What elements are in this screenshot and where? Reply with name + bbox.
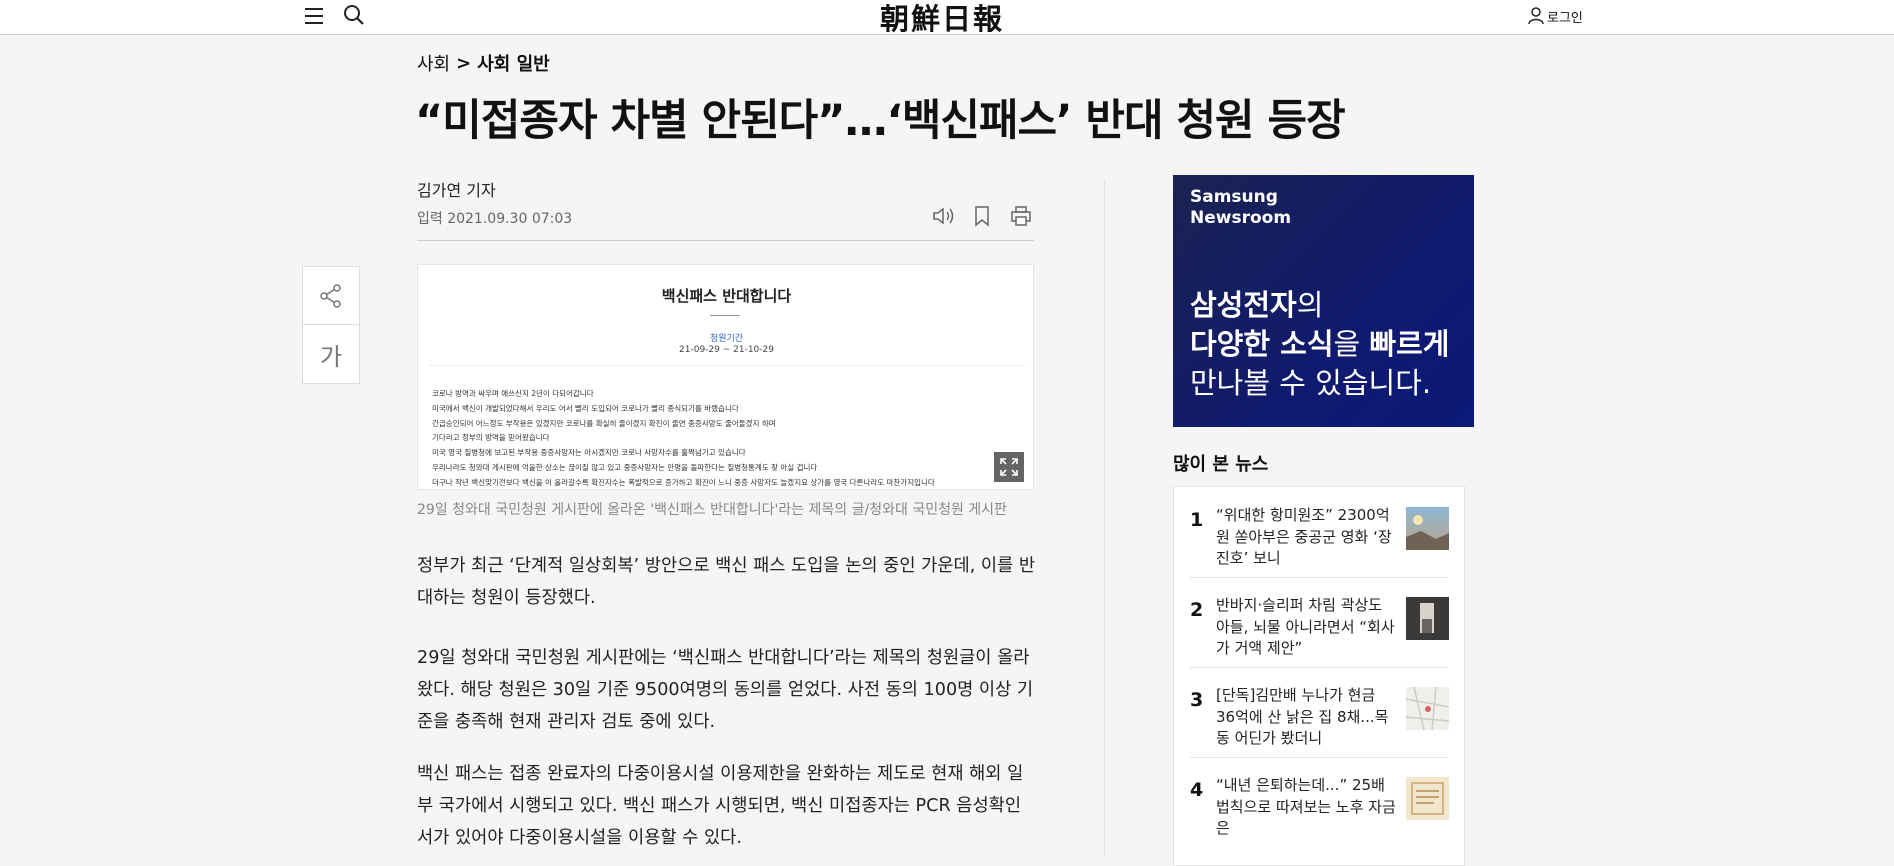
ad-headline-line: 삼성전자의: [1190, 287, 1323, 323]
breadcrumb-separator: >: [456, 52, 472, 74]
news-headline[interactable]: “내년 은퇴하는데...” 25배 법칙으로 따져보는 노후 자금은: [1216, 775, 1396, 840]
column-divider: [1104, 180, 1105, 856]
side-toolbar: 가: [302, 266, 360, 384]
ad-text: 의: [1296, 288, 1324, 322]
petition-line: 코로나 방역과 싸우며 애쓰신지 2년이 다되어갑니다: [432, 389, 594, 398]
petition-line: 긴급승인되어 어느정도 부작용은 있겠지만 코로나를 확실히 줄이겠지 확진이 …: [432, 418, 776, 428]
article-byline[interactable]: 김가연 기자: [417, 177, 496, 201]
top-navigation-bar: 朝鮮日報 로그인: [0, 0, 1894, 38]
petition-line: 미국에서 백신이 개발되었다해서 우리도 어서 빨리 도입되어 코로나가 빨리 …: [432, 403, 739, 413]
breadcrumb: 사회 > 사회 일반: [417, 50, 550, 76]
petition-period-label: 청원기간: [709, 334, 744, 344]
petition-title-underline: [710, 315, 740, 316]
expand-icon: [1000, 458, 1018, 476]
popular-news-item[interactable]: 2 반바지·슬리퍼 차림 곽상도 아들, 뇌물 아니라면서 “회사가 거액 제안…: [1190, 577, 1450, 667]
print-icon: [1011, 206, 1031, 226]
article-photo[interactable]: 백신패스 반대합니다 청원기간 21-09-29 ~ 21-10-29 코로나 …: [417, 264, 1034, 490]
news-thumbnail[interactable]: [1406, 507, 1449, 550]
photo-caption: 29일 청와대 국민청원 게시판에 올라온 '백신패스 반대합니다'라는 제목의…: [417, 502, 1007, 518]
news-rank: 3: [1190, 689, 1204, 711]
popular-news-item[interactable]: 4 “내년 은퇴하는데...” 25배 법칙으로 따져보는 노후 자금은: [1190, 757, 1450, 847]
ad-headline-line: 만나볼 수 있습니다.: [1190, 366, 1432, 400]
popular-news-item[interactable]: 1 “위대한 항미원조” 2300억원 쏟아부은 중공군 영화 ‘장진호’ 보니: [1190, 487, 1450, 577]
article-paragraph: 29일 청와대 국민청원 게시판에는 ‘백신패스 반대합니다’라는 제목의 청원…: [417, 648, 1034, 732]
bookmark-icon: [975, 206, 989, 227]
samsung-newsroom-ad[interactable]: Samsung Newsroom 삼성전자의 다양한 소식을 빠르게 만나볼 수…: [1173, 175, 1474, 427]
news-thumbnail[interactable]: [1406, 777, 1449, 820]
petition-line: 더구나 작년 백신맞기전보다 백신을 이 올라갈수록 확진자수는 폭발적으로 증…: [432, 477, 935, 487]
petition-title: 백신패스 반대합니다: [661, 287, 792, 305]
news-rank: 4: [1190, 779, 1204, 801]
breadcrumb-subsection[interactable]: 사회 일반: [477, 50, 550, 76]
article-divider: [417, 240, 1034, 241]
ad-headline-line: 다양한 소식을 빠르게: [1190, 326, 1449, 362]
breadcrumb-section[interactable]: 사회: [417, 50, 450, 76]
bookmark-button[interactable]: [969, 203, 995, 229]
ad-brand: Samsung Newsroom: [1190, 187, 1291, 229]
article-dateline: 입력 2021.09.30 07:03: [417, 211, 573, 227]
menu-icon[interactable]: [303, 5, 325, 27]
petition-line: 미국 영국 질병청에 보고된 부작용 중증사망자는 아시겠지만 코로나 사망자수…: [432, 448, 746, 458]
article-paragraph: 백신 패스는 접종 완료자의 다중이용시설 이용제한을 완화하는 제도로 현재 …: [417, 764, 1024, 848]
petition-line: 기다리고 정부의 방역을 믿어왔습니다: [432, 433, 550, 443]
news-thumbnail[interactable]: [1406, 597, 1449, 640]
news-headline[interactable]: 반바지·슬리퍼 차림 곽상도 아들, 뇌물 아니라면서 “회사가 거액 제안”: [1216, 595, 1396, 660]
news-rank: 1: [1190, 509, 1204, 531]
site-logo[interactable]: 朝鮮日報: [872, 0, 1012, 38]
ad-text: 을: [1333, 327, 1370, 361]
share-icon: [320, 283, 341, 308]
print-button[interactable]: [1008, 203, 1034, 229]
expand-photo-button[interactable]: [994, 452, 1024, 482]
news-thumbnail[interactable]: [1406, 687, 1449, 730]
login-label: 로그인: [1547, 10, 1583, 26]
news-rank: 2: [1190, 599, 1204, 621]
listen-button[interactable]: [930, 203, 956, 229]
news-headline[interactable]: [단독]김만배 누나가 현금 36억에 산 낡은 집 8채...목동 어딘가 봤…: [1216, 685, 1396, 750]
petition-divider: [428, 365, 1025, 366]
search-icon[interactable]: [342, 3, 366, 27]
user-icon: [1528, 7, 1544, 25]
popular-news-title: 많이 본 뉴스: [1173, 454, 1269, 475]
ad-highlight: 빠르게: [1369, 327, 1450, 361]
article-headline: “미접종자 차별 안된다”…‘백신패스’ 반대 청원 등장: [415, 96, 1346, 146]
petition-period: 21-09-29 ~ 21-10-29: [679, 345, 774, 355]
ad-brand-line: Samsung: [1190, 187, 1278, 207]
ad-brand-line: Newsroom: [1190, 208, 1292, 228]
article-paragraph: 정부가 최근 ‘단계적 일상회복’ 방안으로 백신 패스 도입을 논의 중인 가…: [417, 556, 1036, 608]
popular-news-list: 1 “위대한 항미원조” 2300억원 쏟아부은 중공군 영화 ‘장진호’ 보니…: [1173, 486, 1465, 866]
share-button[interactable]: [303, 267, 359, 325]
login-button[interactable]: 로그인: [1528, 5, 1583, 27]
ad-highlight: 삼성전자: [1190, 288, 1297, 322]
petition-line: 우리나라도 청와대 게시판에 억울한 상소는 끊이질 않고 있고 중증사망자는 …: [432, 462, 818, 472]
popular-news-item[interactable]: 3 [단독]김만배 누나가 현금 36억에 산 낡은 집 8채...목동 어딘가…: [1190, 667, 1450, 757]
font-size-button[interactable]: 가: [303, 325, 359, 383]
petition-body: 코로나 방역과 싸우며 애쓰신지 2년이 다되어갑니다 미국에서 백신이 개발되…: [432, 387, 992, 489]
speaker-icon: [933, 207, 954, 225]
news-headline[interactable]: “위대한 항미원조” 2300억원 쏟아부은 중공군 영화 ‘장진호’ 보니: [1216, 505, 1396, 570]
ad-highlight: 다양한 소식: [1190, 327, 1334, 361]
